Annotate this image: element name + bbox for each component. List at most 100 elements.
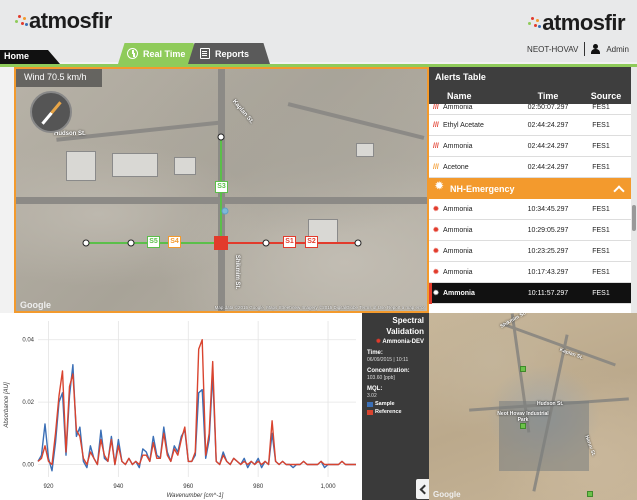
alert-time: 02:44:24.297: [527, 163, 569, 171]
alert-name: Acetone: [443, 163, 469, 171]
alert-group-label: NH-Emergency: [450, 183, 515, 194]
header: atmosfir atmosfir NEOT-HOVAV Admin: [0, 0, 637, 62]
alert-time: 10:29:05.297: [527, 226, 569, 234]
map-attribution[interactable]: Map data ©2015 Google, Maps StreetView I…: [215, 305, 425, 310]
spectrum-chart-svg: 0.00 0.02 0.04 920 940 960 980 1,000 Wavenumber…: [4, 321, 356, 499]
x-tick-label: 960: [183, 484, 194, 490]
alert-row[interactable]: ✹ Ammonia 10:23:25.297 FES1: [429, 241, 637, 262]
alert-row[interactable]: /// Acetone 02:44:24.297 FES1: [429, 157, 637, 178]
alerts-scrollbar[interactable]: [631, 67, 637, 313]
legend-sample: Sample: [367, 401, 424, 407]
document-icon: [200, 48, 210, 59]
column-header-name[interactable]: Name: [429, 91, 515, 101]
legend-sample-label: Sample: [375, 401, 395, 407]
alert-row[interactable]: /// Ethyl Acetate 02:44:24.297 FES1: [429, 115, 637, 136]
alert-name: Ammonia: [443, 289, 475, 297]
brand-logo[interactable]: atmosfir: [14, 8, 112, 34]
warning-stripes-icon: ///: [433, 163, 439, 171]
app-root: atmosfir atmosfir NEOT-HOVAV Admin Home …: [0, 0, 637, 500]
alert-group-header[interactable]: NH-Emergency: [429, 178, 637, 199]
validation-title-1: Spectral: [392, 316, 424, 325]
alert-row[interactable]: ✹ Ammonia 10:17:43.297 FES1: [429, 262, 637, 283]
tab-realtime-label: Real Time: [143, 48, 186, 59]
station-marker[interactable]: [587, 491, 593, 497]
y-axis-label: Absorbance [AU]: [4, 382, 10, 429]
warning-stripes-icon: ///: [433, 104, 439, 111]
column-header-time[interactable]: Time: [515, 91, 581, 101]
site-map[interactable]: S3 S5 S4 S1 S2 Hudson St. Kaplan St. Shi…: [14, 67, 429, 313]
clock-icon: [127, 48, 138, 59]
alerts-header-row: Name Time Source: [429, 87, 637, 104]
logo-dots-icon: [527, 16, 542, 30]
validation-gas-name: Ammonia-DEV: [382, 339, 424, 345]
alerts-scrollbar-thumb[interactable]: [632, 205, 636, 231]
collapse-panel-chevron-icon[interactable]: [416, 479, 430, 499]
validation-gas: ✹ Ammonia-DEV: [367, 338, 424, 345]
alert-row[interactable]: ✹ Ammonia 10:29:05.297 FES1: [429, 220, 637, 241]
y-tick-label: 0.00: [22, 463, 34, 469]
alert-name: Ammonia: [443, 226, 473, 234]
alert-source: FES1: [592, 247, 610, 255]
validation-time-value: 06/09/2015 | 10:11: [367, 357, 409, 363]
emergency-icon: ✹: [433, 269, 439, 276]
warning-stripes-icon: ///: [433, 121, 439, 129]
user-name[interactable]: Admin: [606, 45, 629, 54]
user-area: NEOT-HOVAV Admin: [527, 42, 629, 56]
user-icon[interactable]: [591, 44, 601, 54]
alerts-title: Alerts Table: [429, 67, 637, 87]
sensor-s3[interactable]: S3: [215, 181, 228, 193]
alert-source: FES1: [592, 121, 610, 129]
alert-name: Ammonia: [443, 142, 473, 150]
validation-mql-value: 3.02: [367, 393, 377, 399]
tab-reports[interactable]: Reports: [188, 43, 270, 64]
legend-reference: Reference: [367, 409, 424, 415]
x-tick-label: 1,000: [321, 484, 337, 490]
sensor-s5[interactable]: S5: [147, 236, 160, 248]
emergency-icon: ✹: [433, 290, 439, 297]
x-tick-label: 980: [253, 484, 264, 490]
validation-mql-key: MQL:: [367, 386, 383, 392]
overview-map[interactable]: Shikmim St. Kaplan St. Hudson St. Neot H…: [429, 313, 637, 500]
google-logo: Google: [433, 490, 461, 499]
emergency-icon: ✹: [433, 206, 439, 213]
emergency-icon: ✹: [433, 227, 439, 234]
chevron-up-icon[interactable]: [613, 184, 625, 197]
station-marker[interactable]: [520, 423, 526, 429]
street-label: Shikmim St.: [234, 254, 241, 290]
alerts-table: Alerts Table Name Time Source /// Ammoni…: [429, 67, 637, 313]
logo-text-right: atmosfir: [542, 10, 625, 35]
alert-row-selected[interactable]: ✹ Ammonia 10:11:57.297 FES1: [429, 283, 637, 304]
sensor-s1[interactable]: S1: [283, 236, 296, 248]
wind-speed-label: Wind 70.5 km/h: [16, 69, 102, 87]
emergency-icon: ✹: [433, 248, 439, 255]
spectrum-chart: 0.00 0.02 0.04 920 940 960 980 1,000 Wavenumber…: [0, 313, 362, 500]
station-marker[interactable]: [520, 366, 526, 372]
legend-swatch-reference: [367, 409, 373, 415]
alert-name: Ammonia: [443, 205, 473, 213]
column-header-source[interactable]: Source: [581, 91, 631, 101]
alert-source: FES1: [592, 205, 610, 213]
alert-row[interactable]: /// Ammonia 02:50:07.297 FES1: [429, 104, 637, 115]
validation-time-key: Time:: [367, 350, 383, 356]
alert-name: Ammonia: [443, 247, 473, 255]
x-tick-label: 920: [43, 484, 54, 490]
alert-time: 02:50:07.297: [527, 104, 569, 111]
legend-swatch-sample: [367, 401, 373, 407]
alert-name: Ammonia: [443, 268, 473, 276]
warning-stripes-icon: ///: [433, 142, 439, 150]
alert-source: FES1: [592, 268, 610, 276]
tab-reports-label: Reports: [215, 48, 250, 59]
logo-text: atmosfir: [29, 8, 112, 33]
alert-name: Ammonia: [443, 104, 473, 111]
logo-dots-icon: [14, 14, 28, 28]
legend-reference-label: Reference: [375, 409, 402, 415]
alert-time: 10:23:25.297: [527, 247, 569, 255]
alert-row[interactable]: ✹ Ammonia 10:34:45.297 FES1: [429, 199, 637, 220]
wind-compass-icon: [30, 91, 72, 133]
x-tick-label: 940: [113, 484, 124, 490]
alert-row[interactable]: /// Ammonia 02:44:24.297 FES1: [429, 136, 637, 157]
emergency-icon: [435, 181, 445, 194]
sensor-s4[interactable]: S4: [168, 236, 181, 248]
tab-realtime[interactable]: Real Time: [118, 43, 200, 64]
sensor-s2[interactable]: S2: [305, 236, 318, 248]
